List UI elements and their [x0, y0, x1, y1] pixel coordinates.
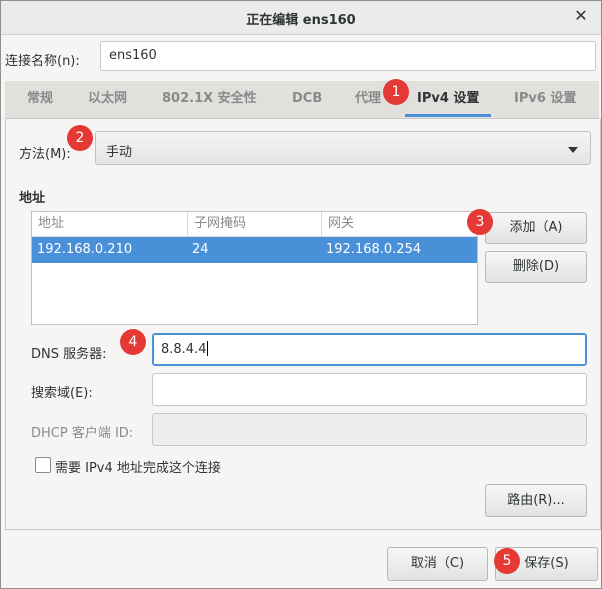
delete-address-button[interactable]: 删除(D) — [485, 251, 587, 283]
address-table: 地址 子网掩码 网关 192.168.0.210 24 192.168.0.25… — [31, 211, 478, 325]
require-ipv4-label[interactable]: 需要 IPv4 地址完成这个连接 — [55, 457, 221, 476]
method-value: 手动 — [106, 145, 133, 160]
annotation-marker-2: 2 — [67, 125, 93, 151]
connection-name-row: 连接名称(n): ens160 — [1, 35, 601, 81]
require-ipv4-checkbox[interactable] — [35, 457, 51, 473]
text-cursor — [207, 341, 209, 356]
ipv4-settings-panel: 方法(M): 手动 地址 地址 子网掩码 网关 192.168.0.210 24… — [5, 119, 601, 530]
column-netmask: 子网掩码 — [187, 212, 321, 236]
method-label: 方法(M): — [19, 147, 71, 162]
column-address: 地址 — [38, 216, 65, 231]
column-gateway: 网关 — [321, 212, 477, 236]
search-domains-input[interactable] — [152, 373, 587, 406]
dns-servers-label: DNS 服务器: — [31, 347, 107, 362]
edit-connection-dialog: 正在编辑 ens160 ✕ 连接名称(n): ens160 常规 以太网 802… — [0, 0, 602, 589]
tab-dcb[interactable]: DCB — [292, 81, 322, 117]
address-table-header: 地址 子网掩码 网关 — [32, 212, 477, 237]
dhcp-client-id-label: DHCP 客户端 ID: — [31, 426, 134, 441]
routes-button[interactable]: 路由(R)... — [485, 484, 587, 517]
method-dropdown[interactable]: 手动 — [95, 131, 591, 165]
annotation-marker-3: 3 — [467, 209, 493, 235]
search-domains-label: 搜索域(E): — [31, 386, 93, 401]
cell-gateway[interactable]: 192.168.0.254 — [321, 237, 421, 263]
dhcp-client-id-input — [152, 413, 587, 446]
dns-servers-input[interactable]: 8.8.4.4 — [152, 333, 587, 366]
address-heading: 地址 — [19, 191, 46, 206]
connection-name-label: 连接名称(n): — [5, 54, 80, 69]
tab-bar: 常规 以太网 802.1X 安全性 DCB 代理 IPv4 设置 IPv6 设置 — [5, 81, 599, 119]
table-row[interactable]: 192.168.0.210 24 192.168.0.254 — [32, 237, 477, 263]
connection-name-input[interactable]: ens160 — [100, 41, 596, 71]
annotation-marker-4: 4 — [120, 329, 146, 355]
tab-ipv4-settings[interactable]: IPv4 设置 — [404, 81, 492, 117]
tab-general[interactable]: 常规 — [27, 81, 53, 117]
close-icon[interactable]: ✕ — [571, 6, 591, 26]
tab-ipv6-settings[interactable]: IPv6 设置 — [514, 81, 576, 117]
tab-ethernet[interactable]: 以太网 — [88, 81, 127, 117]
annotation-marker-1: 1 — [383, 79, 409, 105]
cell-address[interactable]: 192.168.0.210 — [32, 237, 132, 263]
add-address-button[interactable]: 添加（A) — [485, 212, 587, 244]
chevron-down-icon — [568, 147, 578, 153]
cancel-button[interactable]: 取消（C) — [387, 547, 488, 581]
tab-proxy[interactable]: 代理 — [355, 81, 381, 117]
annotation-marker-5: 5 — [494, 548, 520, 574]
tab-8021x-security[interactable]: 802.1X 安全性 — [162, 81, 257, 117]
dns-servers-value: 8.8.4.4 — [161, 342, 207, 357]
cell-netmask[interactable]: 24 — [187, 237, 209, 263]
titlebar: 正在编辑 ens160 ✕ — [1, 1, 601, 35]
window-title: 正在编辑 ens160 — [246, 13, 356, 28]
